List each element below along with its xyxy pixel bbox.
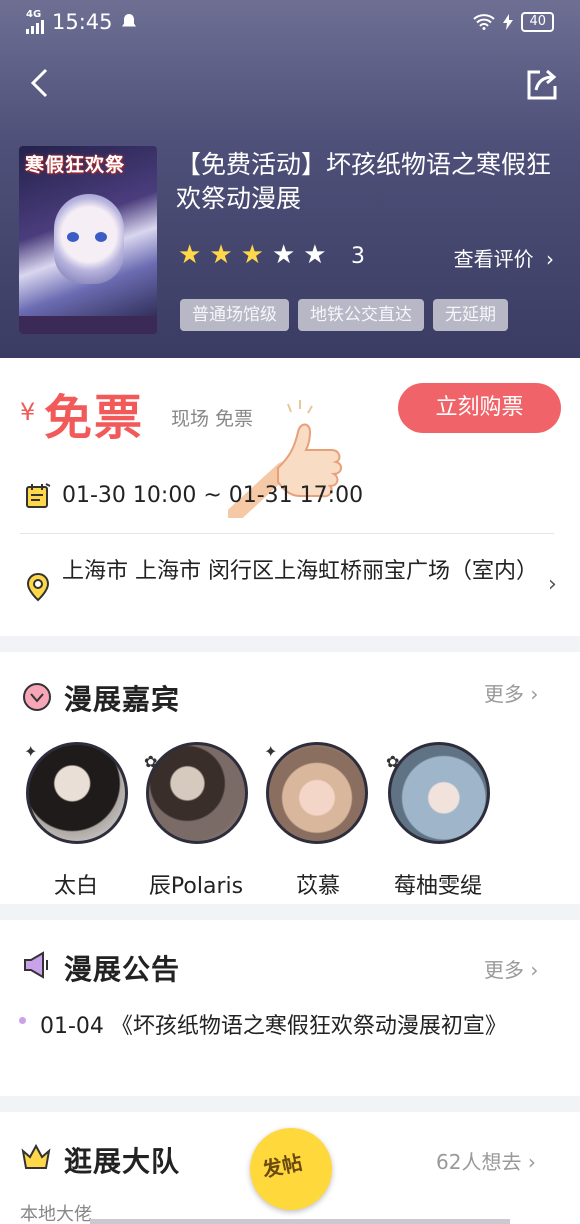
team-sub-label: 本地大佬 [20,1204,92,1224]
view-reviews-label: 查看评价 [453,247,534,271]
avatar [388,742,490,844]
notification-icon [121,14,136,27]
chevron-right-icon: › [527,1150,536,1174]
chevron-right-icon: › [530,958,539,982]
wifi-icon [473,14,496,30]
poster-title: 寒假狂欢祭 [25,154,126,176]
view-reviews-link[interactable]: 查看评价 › [454,243,554,272]
event-address[interactable]: 上海市 上海市 闵行区上海虹桥丽宝广场（室内） [62,556,542,587]
chevron-right-icon: › [546,247,554,271]
guest-item[interactable] [146,742,248,844]
avatar [266,742,368,844]
tag: 普通场馆级 [180,299,289,331]
heart-badge-icon [23,683,51,711]
sparkle-icon: ✦ [264,742,278,761]
flower-icon: ✿ [386,752,400,771]
rating-count: 3 [351,244,365,269]
megaphone-icon [24,951,48,979]
post-button-label: 发帖 [260,1150,305,1182]
star-icon: ★ [178,240,202,270]
guest-name[interactable]: 太白 [6,868,146,900]
want-count-link[interactable]: 62人想去 › [436,1146,536,1175]
announcement-title: 漫展公告 [64,953,181,986]
guests-more-link[interactable]: 更多 › [484,678,538,707]
poster-eye [67,232,79,242]
share-icon[interactable] [524,66,560,102]
divider [20,533,554,534]
rating-stars: ★ ★ ★ ★ ★ [178,240,327,270]
network-indicator: 4G [26,10,44,34]
event-header: 4G 15:45 40 寒假狂欢祭 【免费活动】坏孩纸物语之寒假狂欢祭动漫展 ★… [0,0,580,358]
star-icon: ★ [209,240,233,270]
team-title: 逛展大队 [64,1145,181,1178]
clock: 15:45 [52,10,113,34]
poster-character [54,194,124,284]
tag: 地铁公交直达 [298,299,424,331]
charging-icon [503,14,514,30]
want-count: 62人想去 [436,1150,522,1174]
more-label: 更多 [484,682,524,706]
avatar [26,742,128,844]
star-icon: ★ [303,240,327,270]
guests-title: 漫展嘉宾 [64,683,181,716]
star-icon: ★ [240,240,264,270]
price-label: 免票 [44,390,145,446]
calendar-icon [26,483,51,508]
location-pin-icon [26,572,50,602]
poster-footer [19,316,157,334]
more-label: 更多 [484,958,524,982]
event-tags: 普通场馆级 地铁公交直达 无延期 [180,299,508,331]
back-arrow-icon[interactable] [28,68,54,98]
poster-eye [95,232,107,242]
guest-item[interactable] [266,742,368,844]
status-bar: 4G 15:45 40 [0,0,580,46]
guest-item[interactable] [26,742,128,844]
crown-icon [21,1143,51,1169]
flower-icon: ✿ [144,752,158,771]
star-icon: ★ [271,240,296,270]
tag: 无延期 [433,299,508,331]
home-indicator [90,1219,510,1224]
avatar [146,742,248,844]
chevron-right-icon: › [530,682,539,706]
guest-item[interactable] [388,742,490,844]
event-time: 01-30 10:00 ~ 01-31 17:00 [62,483,364,508]
post-button[interactable]: 发帖 [250,1128,332,1210]
announcement-section [0,920,580,1096]
bullet-dot [19,1017,26,1024]
event-poster[interactable]: 寒假狂欢祭 [19,146,157,334]
announcement-more-link[interactable]: 更多 › [484,954,538,983]
battery-indicator: 40 [521,12,554,32]
guest-name[interactable]: 苡慕 [248,868,388,900]
currency-symbol: ¥ [20,398,36,426]
event-title: 【免费活动】坏孩纸物语之寒假狂欢祭动漫展 [176,150,552,213]
announcement-item[interactable]: 01-04 《坏孩纸物语之寒假狂欢祭动漫展初宣》 [40,1011,550,1042]
chevron-right-icon[interactable]: › [548,572,557,597]
buy-ticket-button[interactable]: 立刻购票 [398,383,561,433]
guest-name[interactable]: 莓柚雯缇 [368,868,508,900]
sparkle-icon: ✦ [24,742,38,761]
guest-name[interactable]: 辰Polaris [126,868,266,900]
